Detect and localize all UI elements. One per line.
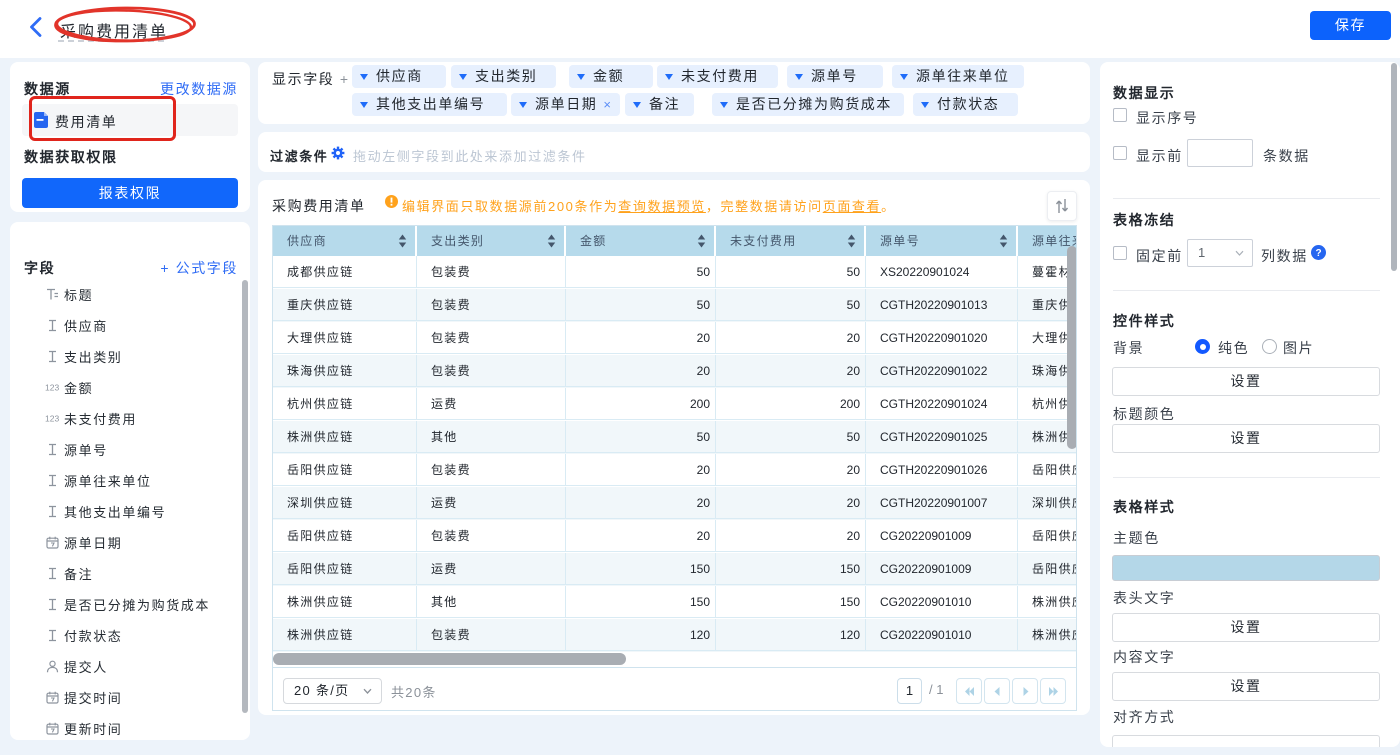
svg-text:123: 123 xyxy=(45,383,59,393)
svg-text:123: 123 xyxy=(45,414,59,424)
svg-text:?: ? xyxy=(1315,248,1321,259)
